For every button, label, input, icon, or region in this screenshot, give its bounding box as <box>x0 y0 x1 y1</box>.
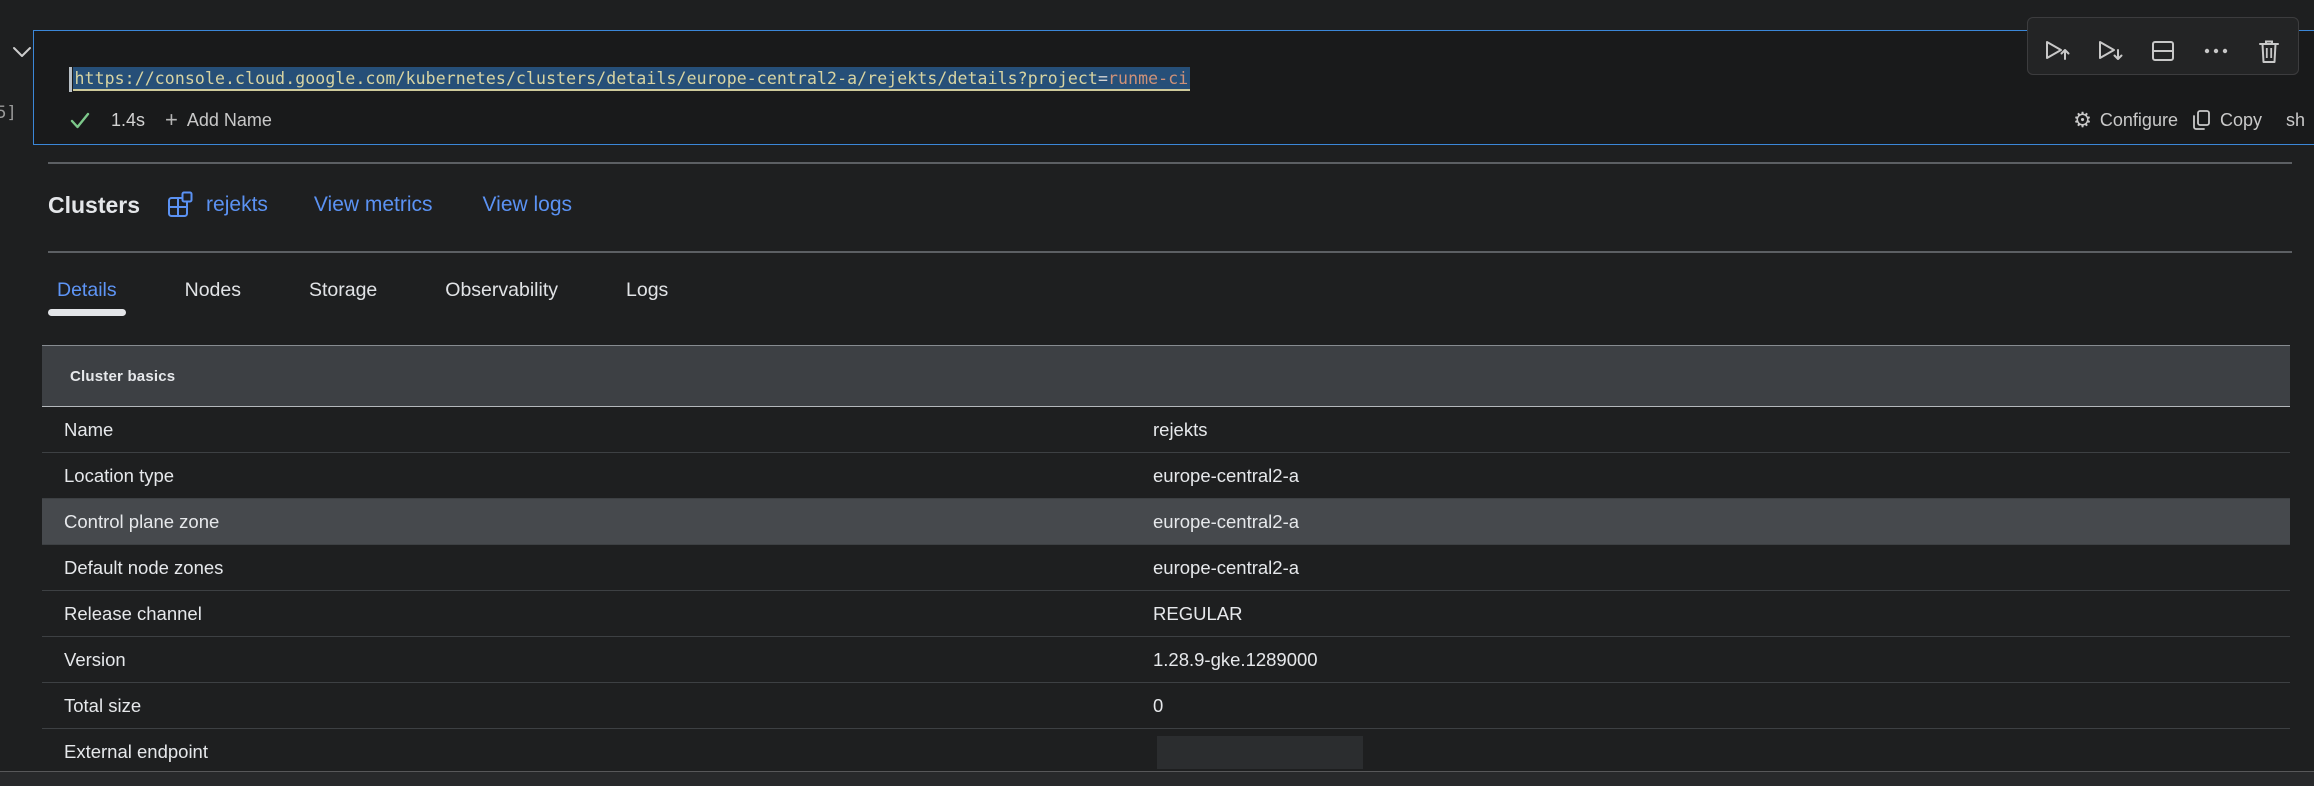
copy-icon <box>2190 108 2212 132</box>
row-value: REGULAR <box>1153 603 1242 624</box>
output-header: Clusters rejekts View metrics View logs <box>48 183 572 227</box>
row-label: Control plane zone <box>42 511 1153 533</box>
row-label: Total size <box>42 695 1153 717</box>
view-logs-link[interactable]: View logs <box>483 193 573 217</box>
add-name-button[interactable]: + Add Name <box>165 107 272 133</box>
row-value: europe-central2-a <box>1153 465 1299 486</box>
row-value: 0 <box>1153 695 1163 716</box>
execute-below-icon[interactable] <box>2095 36 2125 66</box>
execution-duration: 1.4s <box>111 110 145 131</box>
execution-count: [5] <box>0 103 17 123</box>
tab[interactable]: Logs <box>617 270 677 310</box>
table-row[interactable]: Control plane zone europe-central2-a <box>42 499 2290 545</box>
tab[interactable]: Storage <box>300 270 386 310</box>
cell-status-bar: 1.4s + Add Name ⚙ Configure Copy sh <box>69 104 2305 136</box>
tab[interactable]: Observability <box>436 270 567 310</box>
redacted-value-box <box>1157 736 1363 769</box>
cluster-basics-table: Cluster basics Name rejekts Location typ… <box>42 345 2290 775</box>
row-label: Location type <box>42 465 1153 487</box>
row-label: Version <box>42 649 1153 671</box>
row-label: Release channel <box>42 603 1153 625</box>
row-value: rejekts <box>1153 419 1208 440</box>
url-link[interactable]: https://console.cloud.google.com/kuberne… <box>73 67 1191 91</box>
row-label: Default node zones <box>42 557 1153 579</box>
cluster-name-link[interactable]: rejekts <box>166 190 268 220</box>
tab[interactable]: Details <box>48 270 126 310</box>
view-metrics-link[interactable]: View metrics <box>314 193 433 217</box>
cell-toolbar <box>2027 17 2299 75</box>
row-label: Name <box>42 419 1153 441</box>
split-cell-icon[interactable] <box>2148 36 2178 66</box>
delete-cell-icon[interactable] <box>2254 36 2284 66</box>
row-label: External endpoint <box>42 741 1153 763</box>
configure-button[interactable]: ⚙ Configure <box>2073 110 2178 131</box>
notebook-cell[interactable]: https://console.cloud.google.com/kuberne… <box>33 30 2314 145</box>
table-section-header: Cluster basics <box>42 345 2290 407</box>
copy-button[interactable]: Copy <box>2190 108 2262 132</box>
gear-icon: ⚙ <box>2073 110 2092 131</box>
cell-collapse-chevron-icon[interactable] <box>9 44 35 61</box>
cell-language-label[interactable]: sh <box>2286 110 2305 131</box>
table-rows: Name rejekts Location type europe-centra… <box>42 407 2290 775</box>
cluster-icon <box>166 190 198 220</box>
row-value: europe-central2-a <box>1153 511 1299 532</box>
bottom-boundary-band <box>0 771 2314 786</box>
tab[interactable]: Nodes <box>176 270 250 310</box>
output-top-divider <box>48 162 2292 164</box>
more-actions-icon[interactable] <box>2201 36 2231 66</box>
page-title: Clusters <box>48 192 140 219</box>
table-row[interactable]: Release channel REGULAR <box>42 591 2290 637</box>
table-row[interactable]: External endpoint <box>42 729 2290 775</box>
header-divider <box>48 251 2292 253</box>
table-row[interactable]: Total size 0 <box>42 683 2290 729</box>
row-value: europe-central2-a <box>1153 557 1299 578</box>
table-row[interactable]: Default node zones europe-central2-a <box>42 545 2290 591</box>
text-cursor <box>69 67 72 92</box>
row-value: 1.28.9-gke.1289000 <box>1153 649 1318 670</box>
execute-above-icon[interactable] <box>2042 36 2072 66</box>
table-row[interactable]: Version 1.28.9-gke.1289000 <box>42 637 2290 683</box>
cell-code-line[interactable]: https://console.cloud.google.com/kuberne… <box>69 64 1190 94</box>
table-row[interactable]: Name rejekts <box>42 407 2290 453</box>
detail-tabs: Details Nodes Storage Observability Logs <box>48 270 677 310</box>
plus-icon: + <box>165 107 178 133</box>
success-check-icon <box>69 111 91 130</box>
table-row[interactable]: Location type europe-central2-a <box>42 453 2290 499</box>
